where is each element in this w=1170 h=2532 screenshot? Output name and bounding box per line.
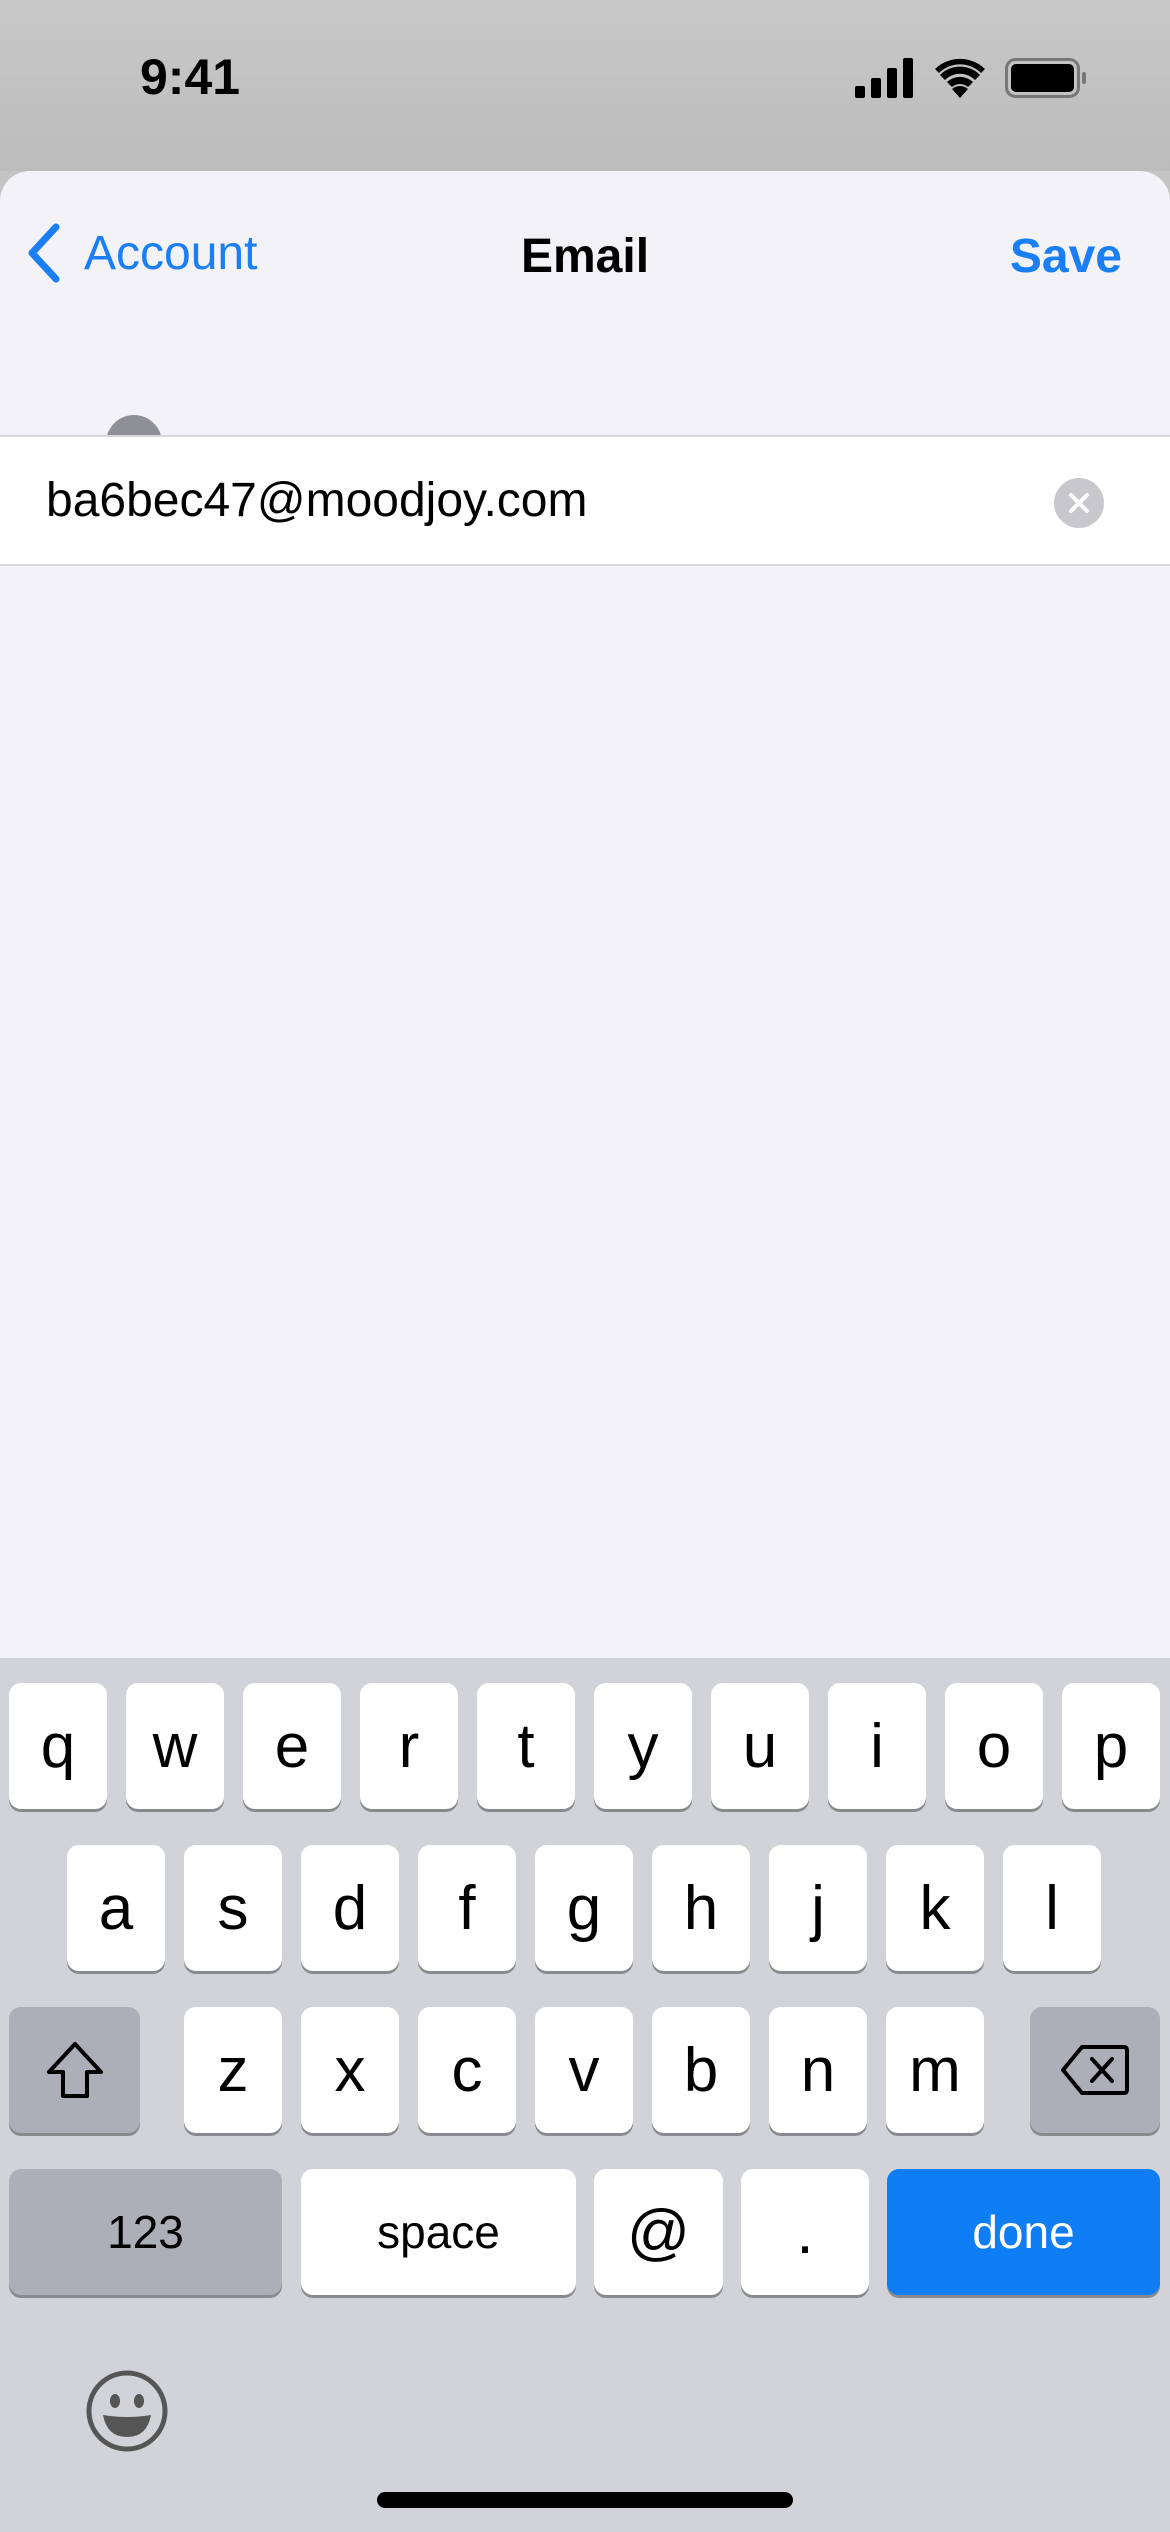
key-e[interactable]: e — [243, 1683, 341, 1809]
key-g[interactable]: g — [535, 1845, 633, 1971]
key-d[interactable]: d — [301, 1845, 399, 1971]
battery-icon — [1005, 58, 1086, 98]
page-title: Email — [520, 230, 650, 283]
emoji-button[interactable] — [85, 2369, 169, 2458]
key-h[interactable]: h — [652, 1845, 750, 1971]
key-k[interactable]: k — [886, 1845, 984, 1971]
key-x[interactable]: x — [301, 2007, 399, 2133]
key-q[interactable]: q — [9, 1683, 107, 1809]
key-a[interactable]: a — [67, 1845, 165, 1971]
numbers-key[interactable]: 123 — [9, 2169, 282, 2295]
key-n[interactable]: n — [769, 2007, 867, 2133]
cellular-signal-icon — [855, 58, 913, 98]
backspace-icon — [1061, 2045, 1129, 2095]
key-w[interactable]: w — [126, 1683, 224, 1809]
delete-key[interactable] — [1030, 2007, 1160, 2133]
shift-key[interactable] — [9, 2007, 140, 2133]
key-y[interactable]: y — [594, 1683, 692, 1809]
clear-text-button[interactable] — [1054, 478, 1104, 528]
status-time: 9:41 — [140, 49, 241, 105]
key-u[interactable]: u — [711, 1683, 809, 1809]
key-f[interactable]: f — [418, 1845, 516, 1971]
wifi-icon — [935, 58, 985, 98]
navigation-bar: Account Email Save — [0, 201, 1170, 306]
key-t[interactable]: t — [477, 1683, 575, 1809]
key-b[interactable]: b — [652, 2007, 750, 2133]
key-c[interactable]: c — [418, 2007, 516, 2133]
key-o[interactable]: o — [945, 1683, 1043, 1809]
save-button[interactable]: Save — [1010, 229, 1122, 284]
emoji-icon — [86, 2370, 168, 2452]
key-r[interactable]: r — [360, 1683, 458, 1809]
key-z[interactable]: z — [184, 2007, 282, 2133]
key-j[interactable]: j — [769, 1845, 867, 1971]
status-bar: 9:41 — [0, 0, 1170, 171]
key-p[interactable]: p — [1062, 1683, 1160, 1809]
keyboard: qwertyuiop asdfghjkl zxcvbnm 123 space @ .… — [0, 1658, 1170, 2532]
space-key[interactable]: space — [301, 2169, 576, 2295]
email-field-row — [0, 435, 1170, 566]
home-indicator — [377, 2492, 793, 2508]
close-icon — [1069, 493, 1089, 513]
dot-key[interactable]: . — [741, 2169, 869, 2295]
key-i[interactable]: i — [828, 1683, 926, 1809]
key-v[interactable]: v — [535, 2007, 633, 2133]
key-s[interactable]: s — [184, 1845, 282, 1971]
email-input[interactable] — [46, 437, 1026, 564]
at-key[interactable]: @ — [594, 2169, 723, 2295]
key-m[interactable]: m — [886, 2007, 984, 2133]
done-key[interactable]: done — [887, 2169, 1160, 2295]
shift-icon — [46, 2042, 103, 2098]
key-l[interactable]: l — [1003, 1845, 1101, 1971]
